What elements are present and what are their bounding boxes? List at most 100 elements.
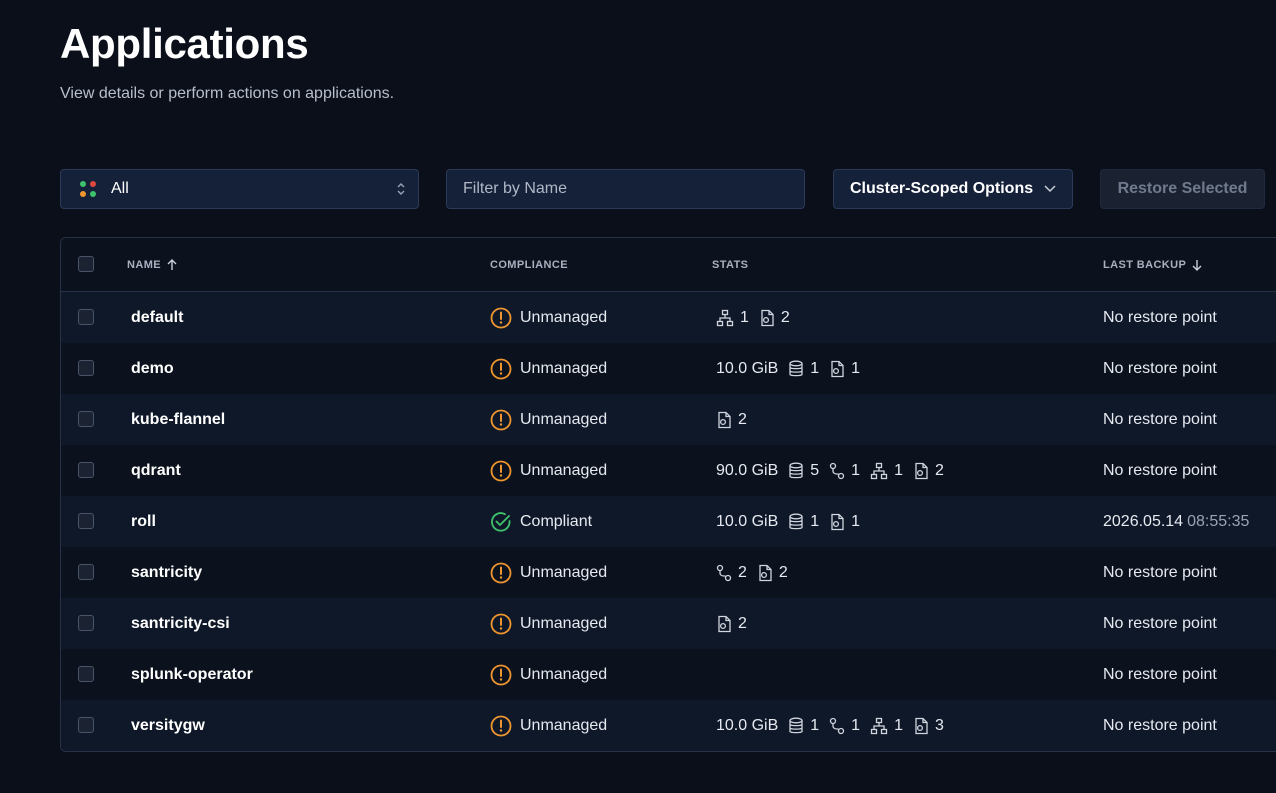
stat-volumes-count: 1 [810,359,820,377]
row-checkbox[interactable] [78,309,94,325]
stat-configs-count: 2 [934,461,944,479]
up-down-chevron-icon [396,181,406,197]
column-header-stats-label: STATS [712,259,749,271]
route-icon [829,717,845,735]
restore-selected-button[interactable]: Restore Selected [1100,169,1265,209]
stat-routes: 1 [829,717,860,735]
config-file-icon [829,513,845,531]
scope-select[interactable]: All [60,169,419,209]
column-header-name[interactable]: NAME [127,259,177,271]
warning-circle-icon [490,613,512,635]
app-name[interactable]: qdrant [131,445,181,496]
column-header-last-backup[interactable]: LAST BACKUP [1103,259,1202,271]
column-header-name-label: NAME [127,259,161,271]
row-checkbox[interactable] [78,666,94,682]
table-row[interactable]: splunk-operator Unmanaged No restore point [61,649,1276,700]
compliance-status: Unmanaged [490,598,607,649]
stat-configs: 2 [716,411,747,429]
cluster-scoped-options-label: Cluster-Scoped Options [850,180,1034,197]
hierarchy-icon [870,717,888,735]
app-name[interactable]: roll [131,496,156,547]
config-file-icon [829,360,845,378]
stat-size-value: 90.0 GiB [716,461,779,479]
last-backup-value: No restore point [1103,461,1217,479]
app-name[interactable]: default [131,292,183,343]
table-row[interactable]: roll Compliant 10.0 GiB 1 1 2026.05.14 08:55:3… [61,496,1276,547]
compliance-label: Unmanaged [520,716,608,734]
warning-circle-icon [490,715,512,737]
last-backup-value: No restore point [1103,665,1217,683]
compliance-status: Unmanaged [490,292,607,343]
compliance-label: Unmanaged [520,410,608,428]
stat-size-value: 10.0 GiB [716,359,779,377]
app-name[interactable]: splunk-operator [131,649,253,700]
table-row[interactable]: versitygw Unmanaged 10.0 GiB 1 1 1 3 No restore… [61,700,1276,751]
row-checkbox[interactable] [78,513,94,529]
stat-configs: 1 [829,513,860,531]
stat-volumes-count: 1 [810,716,820,734]
row-checkbox[interactable] [78,411,94,427]
column-header-compliance-label: COMPLIANCE [490,259,568,271]
app-name[interactable]: santricity [131,547,202,598]
stat-volumes: 1 [788,513,819,531]
stat-size-value: 10.0 GiB [716,716,779,734]
table-row[interactable]: demo Unmanaged 10.0 GiB 1 1 No restore point [61,343,1276,394]
stat-volumes: 5 [788,462,819,480]
multicolor-dots-icon [79,180,97,198]
route-icon [716,564,732,582]
compliance-status: Unmanaged [490,394,607,445]
compliance-label: Unmanaged [520,665,608,683]
compliance-label: Unmanaged [520,563,608,581]
table-row[interactable]: santricity Unmanaged 2 2 No restore point [61,547,1276,598]
warning-circle-icon [490,562,512,584]
config-file-icon [757,564,773,582]
cluster-scoped-options-button[interactable]: Cluster-Scoped Options [833,169,1073,209]
filter-by-name-input[interactable] [461,179,790,199]
row-checkbox[interactable] [78,564,94,580]
app-name[interactable]: kube-flannel [131,394,225,445]
stat-volumes-count: 5 [810,461,820,479]
stat-routes: 2 [716,564,747,582]
row-checkbox[interactable] [78,717,94,733]
hierarchy-icon [870,462,888,480]
config-file-icon [913,462,929,480]
app-name[interactable]: versitygw [131,700,205,751]
filter-by-name-input-wrapper [446,169,805,209]
last-backup-value: No restore point [1103,716,1217,734]
last-backup-value: No restore point [1103,563,1217,581]
app-name[interactable]: demo [131,343,174,394]
table-row[interactable]: default Unmanaged 1 2 No restore point [61,292,1276,343]
stats-cell: 10.0 GiB 1 1 [716,343,866,394]
table-row[interactable]: qdrant Unmanaged 90.0 GiB 5 1 1 2 No restore po… [61,445,1276,496]
scope-select-value: All [111,180,129,197]
last-backup-value: No restore point [1103,308,1217,326]
last-backup-cell: No restore point [1103,598,1217,649]
warning-circle-icon [490,358,512,380]
stat-volumes: 1 [788,717,819,735]
stat-configs: 3 [913,717,944,735]
row-checkbox[interactable] [78,360,94,376]
last-backup-cell: No restore point [1103,700,1217,751]
config-file-icon [716,411,732,429]
stat-routes-count: 1 [851,461,861,479]
config-file-icon [716,615,732,633]
page-subtitle: View details or perform actions on appli… [60,85,395,102]
last-backup-cell: No restore point [1103,394,1217,445]
table-row[interactable]: kube-flannel Unmanaged 2 No restore point [61,394,1276,445]
row-checkbox[interactable] [78,462,94,478]
table-row[interactable]: santricity-csi Unmanaged 2 No restore point [61,598,1276,649]
select-all-checkbox[interactable] [78,256,94,272]
stat-routes-count: 2 [738,563,747,581]
last-backup-cell: 2026.05.14 08:55:35 [1103,496,1249,547]
database-icon [788,513,804,531]
row-checkbox[interactable] [78,615,94,631]
compliance-label: Unmanaged [520,461,608,479]
stat-volumes-count: 1 [810,512,820,530]
stat-routes-count: 1 [851,716,861,734]
app-name[interactable]: santricity-csi [131,598,230,649]
compliance-label: Unmanaged [520,359,608,377]
stat-configs: 2 [759,309,790,327]
stat-size: 90.0 GiB [716,462,778,480]
stats-cell: 12 [716,292,796,343]
page-title: Applications [60,20,309,67]
